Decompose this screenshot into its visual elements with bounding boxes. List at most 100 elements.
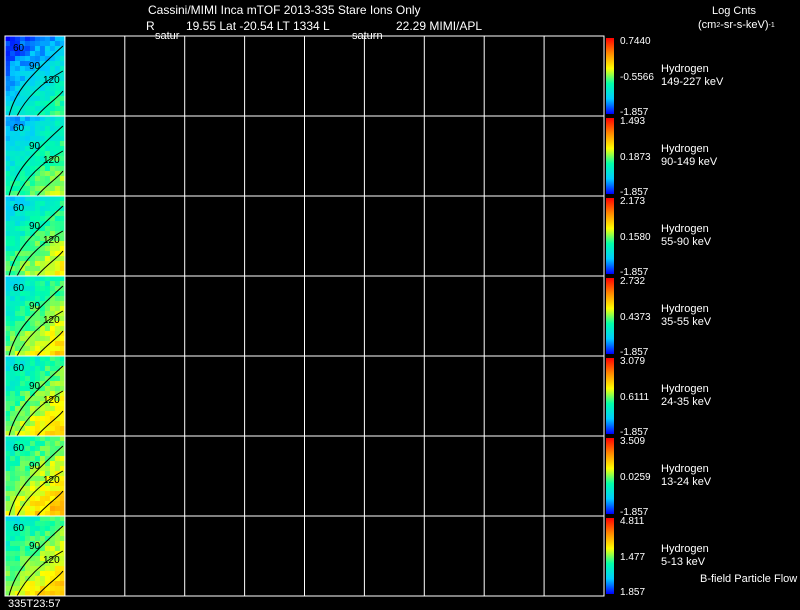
heatmap-cell [19,416,26,422]
heatmap-cell [44,451,51,457]
heatmap-cell [54,586,61,592]
heatmap-cell [54,541,61,547]
heatmap-cell [9,116,16,122]
heatmap-cell [5,81,11,87]
heatmap-cell [19,176,26,182]
heatmap-cell [39,296,46,302]
heatmap-cell [34,91,41,97]
heatmap-cell [19,516,26,522]
heatmap-cell [39,496,46,502]
heatmap-cell [14,471,21,477]
heatmap-cell [5,231,11,237]
heatmap-cell [19,136,26,142]
heatmap-cell [29,406,36,412]
heatmap-cell [44,566,51,572]
heatmap-cell [29,436,36,442]
heatmap-cell [14,296,21,302]
heatmap-cell [5,141,11,147]
heatmap-cell [34,491,41,497]
heatmap-cell [9,216,16,222]
heatmap-cell [14,151,21,157]
colorbar [606,518,614,594]
contour-label: 120 [43,75,60,86]
heatmap-cell [44,496,51,502]
heatmap-cell [29,361,36,367]
heatmap-cell [9,376,16,382]
contour-label: 60 [13,443,25,454]
contour-label: 60 [13,363,25,374]
heatmap-cell [5,36,11,42]
heatmap-cell [34,286,41,292]
heatmap-cell [5,316,11,322]
heatmap-cell [19,576,26,582]
contour-label: 60 [13,43,25,54]
heatmap-cell [19,146,26,152]
heatmap-cell [34,521,41,527]
colorbar-max-label: 3.509 [620,436,645,447]
heatmap-cell [44,576,51,582]
heatmap-cell [54,421,61,427]
heatmap-cell [9,196,16,202]
heatmap-cell [39,536,46,542]
heatmap-cell [29,506,36,512]
heatmap-cell [24,281,31,287]
heatmap-cell [5,326,11,332]
heatmap-cell [49,421,56,427]
heatmap-cell [19,496,26,502]
heatmap-cell [44,276,51,282]
heatmap-cell [54,166,61,172]
heatmap-cell [5,386,11,392]
heatmap-cell [5,266,11,272]
heatmap-cell [49,356,56,362]
heatmap-cell [24,331,31,337]
heatmap-cell [5,446,11,452]
heatmap-cell [54,361,61,367]
heatmap-cell [5,101,11,107]
heatmap-cell [34,276,41,282]
heatmap-cell [44,361,51,367]
heatmap-cell [24,491,31,497]
heatmap-cell [34,341,41,347]
heatmap-cell [54,531,61,537]
heatmap-cell [44,66,51,72]
colorbar [606,118,614,194]
species-label: Hydrogen [661,543,709,555]
heatmap-cell [14,316,21,322]
heatmap-cell [54,91,61,97]
heatmap-cell [5,156,11,162]
heatmap-cell [34,131,41,137]
heatmap-cell [34,516,41,522]
colorbar-mid-label: -0.5566 [620,72,654,83]
heatmap-cell [39,51,46,57]
heatmap-cell [9,326,16,332]
heatmap-cell [49,121,56,127]
heatmap-cell [9,221,16,227]
contour-label: 90 [29,381,41,392]
heatmap-cell [29,576,36,582]
heatmap-cell [54,371,61,377]
heatmap-cell [14,101,21,107]
heatmap-cell [24,106,31,112]
heatmap-cell [19,356,26,362]
heatmap-cell [24,116,31,122]
heatmap-cell [34,201,41,207]
heatmap-cell [29,41,36,47]
heatmap-cell [14,321,21,327]
heatmap-cell [44,526,51,532]
heatmap-cell [54,386,61,392]
colorbar-max-label: 3.079 [620,356,645,367]
heatmap-cell [5,536,11,542]
heatmap-cell [24,451,31,457]
heatmap-cell [49,306,56,312]
heatmap-cell [54,296,61,302]
heatmap-cell [39,196,46,202]
heatmap-cell [29,96,36,102]
heatmap-cell [34,96,41,102]
heatmap-cell [29,261,36,267]
heatmap-cell [5,486,11,492]
heatmap-cell [54,226,61,232]
heatmap-cell [34,241,41,247]
contour-label: 90 [29,461,41,472]
heatmap-cell [54,301,61,307]
heatmap-cell [34,236,41,242]
